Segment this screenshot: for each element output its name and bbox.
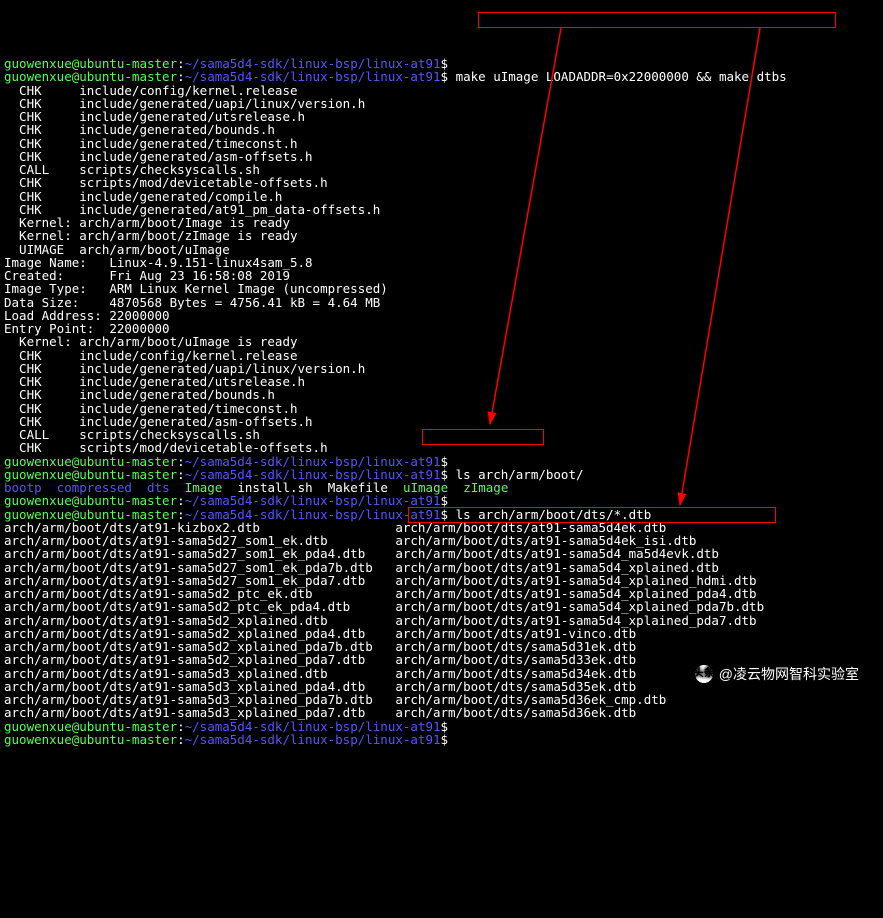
cmd-make: make uImage LOADADDR=0x22000000 && make … xyxy=(456,69,787,84)
watermark: 头条 @凌云物网智科实验室 xyxy=(695,665,859,683)
highlight-make-command xyxy=(478,12,836,28)
file-zimage: zImage xyxy=(463,480,508,495)
prompt-user: guowenxue@ubuntu-master xyxy=(4,732,177,747)
terminal[interactable]: guowenxue@ubuntu-master:~/sama5d4-sdk/li… xyxy=(4,57,879,746)
prompt-path: ~/sama5d4-sdk/linux-bsp/linux-at91 xyxy=(185,732,441,747)
watermark-badge: 头条 xyxy=(695,665,713,683)
